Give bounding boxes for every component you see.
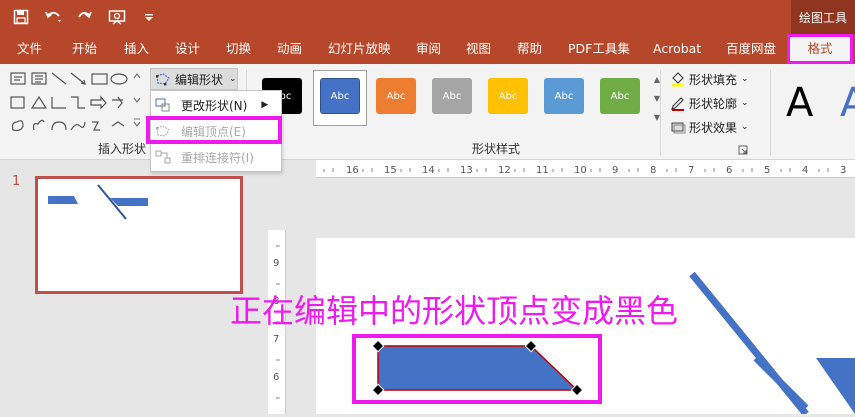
chevron-down-icon[interactable]: ▼ bbox=[652, 89, 662, 108]
ruler-label: 3 bbox=[840, 165, 846, 176]
tab-insert[interactable]: 插入 bbox=[124, 34, 149, 64]
ruler-ticks: 16 15 14 13 12 11 10 9 8 7 6 5 4 3 bbox=[323, 165, 846, 176]
thumbnail-shapes bbox=[48, 184, 148, 220]
shape-outline-button[interactable]: 形状轮廓 ⌄ bbox=[670, 92, 749, 114]
tab-file[interactable]: 文件 bbox=[17, 34, 42, 64]
ribbon-separator-3 bbox=[770, 70, 771, 156]
ribbon-tabs: 文件 开始 插入 设计 切换 动画 幻灯片放映 审阅 视图 帮助 PDF工具集 … bbox=[0, 34, 855, 64]
submenu-arrow-icon: ▶ bbox=[261, 100, 269, 110]
shape-fill-button[interactable]: 形状填充 ⌄ bbox=[670, 68, 749, 90]
change-shape-icon bbox=[155, 98, 170, 112]
trapezoid-shape-partial[interactable] bbox=[816, 358, 855, 414]
pencil-icon bbox=[671, 97, 684, 111]
style-swatch-gray[interactable]: Abc bbox=[432, 78, 472, 114]
menu-item-reroute-connectors[interactable]: 重排连接符(I) bbox=[151, 145, 281, 169]
menu-item-change-shape[interactable]: 更改形状(N) ▶ bbox=[151, 93, 281, 117]
ruler-label: 12 bbox=[498, 165, 511, 176]
shape-fill-label: 形状填充 bbox=[689, 72, 738, 87]
gallery-up-arrow[interactable] bbox=[132, 70, 150, 88]
shape-outline-label: 形状轮廓 bbox=[689, 96, 738, 111]
style-swatch-lightblue[interactable]: Abc bbox=[544, 78, 584, 114]
redo-icon[interactable] bbox=[74, 6, 96, 28]
tab-baidu-netdisk[interactable]: 百度网盘 bbox=[726, 34, 776, 64]
slide-thumbnail[interactable] bbox=[35, 176, 243, 294]
tab-design[interactable]: 设计 bbox=[175, 34, 200, 64]
effects-icon bbox=[671, 122, 686, 134]
paint-bucket-icon bbox=[672, 72, 684, 87]
ruler-label: 15 bbox=[384, 165, 397, 176]
ribbon-panel: 编辑形状 ⌄ 插入形状 Abc Abc Abc Abc Abc Abc Abc … bbox=[0, 64, 855, 160]
more-icon[interactable]: ▼ bbox=[652, 108, 662, 127]
insert-shapes-group-label: 插入形状 bbox=[98, 142, 147, 156]
ruler-label: 5 bbox=[764, 165, 770, 176]
style-swatch-orange[interactable]: Abc bbox=[376, 78, 416, 114]
edit-shape-icon bbox=[156, 73, 170, 86]
ruler-label: 16 bbox=[346, 165, 359, 176]
tab-home[interactable]: 开始 bbox=[72, 34, 97, 64]
slide-number: 1 bbox=[12, 174, 21, 189]
edit-points-highlight bbox=[146, 116, 282, 144]
chevron-down-icon: ⌄ bbox=[741, 98, 749, 108]
ruler-label: 6 bbox=[273, 372, 279, 383]
tab-animations[interactable]: 动画 bbox=[277, 34, 302, 64]
title-bar: 绘图工具 bbox=[0, 0, 855, 34]
chevron-down-icon: ⌄ bbox=[741, 74, 749, 84]
tab-help[interactable]: 帮助 bbox=[517, 34, 542, 64]
shapes-gallery[interactable] bbox=[8, 70, 146, 134]
reroute-connectors-icon bbox=[155, 150, 171, 164]
contextual-tab-group-label: 绘图工具 bbox=[791, 0, 855, 34]
style-swatch-selected[interactable]: Abc bbox=[320, 78, 360, 114]
ruler-label: 7 bbox=[688, 165, 694, 176]
save-icon[interactable] bbox=[10, 6, 32, 28]
edit-shape-label: 编辑形状 bbox=[175, 72, 224, 87]
undo-icon[interactable] bbox=[42, 6, 64, 28]
shape-effects-label: 形状效果 bbox=[689, 120, 738, 135]
tab-pdf-tools[interactable]: PDF工具集 bbox=[568, 34, 630, 64]
style-gallery-scroll[interactable]: ▲ ▼ ▼ bbox=[652, 70, 662, 128]
ruler-label: 9 bbox=[612, 165, 618, 176]
tab-acrobat[interactable]: Acrobat bbox=[653, 34, 701, 64]
change-shape-label: 更改形状(N) bbox=[181, 98, 248, 113]
chevron-up-icon[interactable]: ▲ bbox=[652, 70, 662, 89]
chevron-down-icon: ⌄ bbox=[741, 122, 749, 132]
tab-format[interactable]: 格式 bbox=[787, 34, 853, 64]
ruler-label: 13 bbox=[460, 165, 473, 176]
style-swatch-green[interactable]: Abc bbox=[600, 78, 640, 114]
style-swatch-gold[interactable]: Abc bbox=[488, 78, 528, 114]
ruler-label: 4 bbox=[802, 165, 808, 176]
chevron-down-icon: ⌄ bbox=[229, 74, 237, 84]
diagonal-line-shape-2[interactable] bbox=[753, 355, 809, 411]
ruler-label: 8 bbox=[650, 165, 656, 176]
shape-styles-group-label: 形状样式 bbox=[472, 142, 521, 156]
customize-icon[interactable] bbox=[138, 6, 160, 28]
ruler-label: 10 bbox=[574, 165, 587, 176]
gallery-down-arrow[interactable] bbox=[132, 94, 150, 112]
tab-transitions[interactable]: 切换 bbox=[226, 34, 251, 64]
ruler-label: 9 bbox=[273, 258, 279, 269]
present-icon[interactable] bbox=[106, 6, 128, 28]
ruler-label: 6 bbox=[726, 165, 732, 176]
wordart-style-blue[interactable]: A bbox=[840, 80, 855, 126]
tab-slideshow[interactable]: 幻灯片放映 bbox=[328, 34, 391, 64]
shape-effects-button[interactable]: 形状效果 ⌄ bbox=[670, 116, 749, 138]
edit-shape-button[interactable]: 编辑形状 ⌄ bbox=[150, 68, 238, 90]
ruler-label: 7 bbox=[273, 334, 279, 345]
annotation-text: 正在编辑中的形状顶点变成黑色 bbox=[230, 292, 679, 330]
reroute-connectors-label: 重排连接符(I) bbox=[181, 150, 254, 165]
wordart-style-black[interactable]: A bbox=[786, 80, 813, 126]
shape-highlight bbox=[352, 334, 602, 404]
ruler-label: 11 bbox=[536, 165, 549, 176]
ruler-label: 14 bbox=[422, 165, 435, 176]
horizontal-ruler: 16 15 14 13 12 11 10 9 8 7 6 5 4 3 bbox=[316, 160, 855, 178]
tab-view[interactable]: 视图 bbox=[466, 34, 491, 64]
quick-access-toolbar bbox=[0, 0, 160, 34]
tab-review[interactable]: 审阅 bbox=[416, 34, 441, 64]
shape-icons[interactable] bbox=[8, 70, 146, 134]
